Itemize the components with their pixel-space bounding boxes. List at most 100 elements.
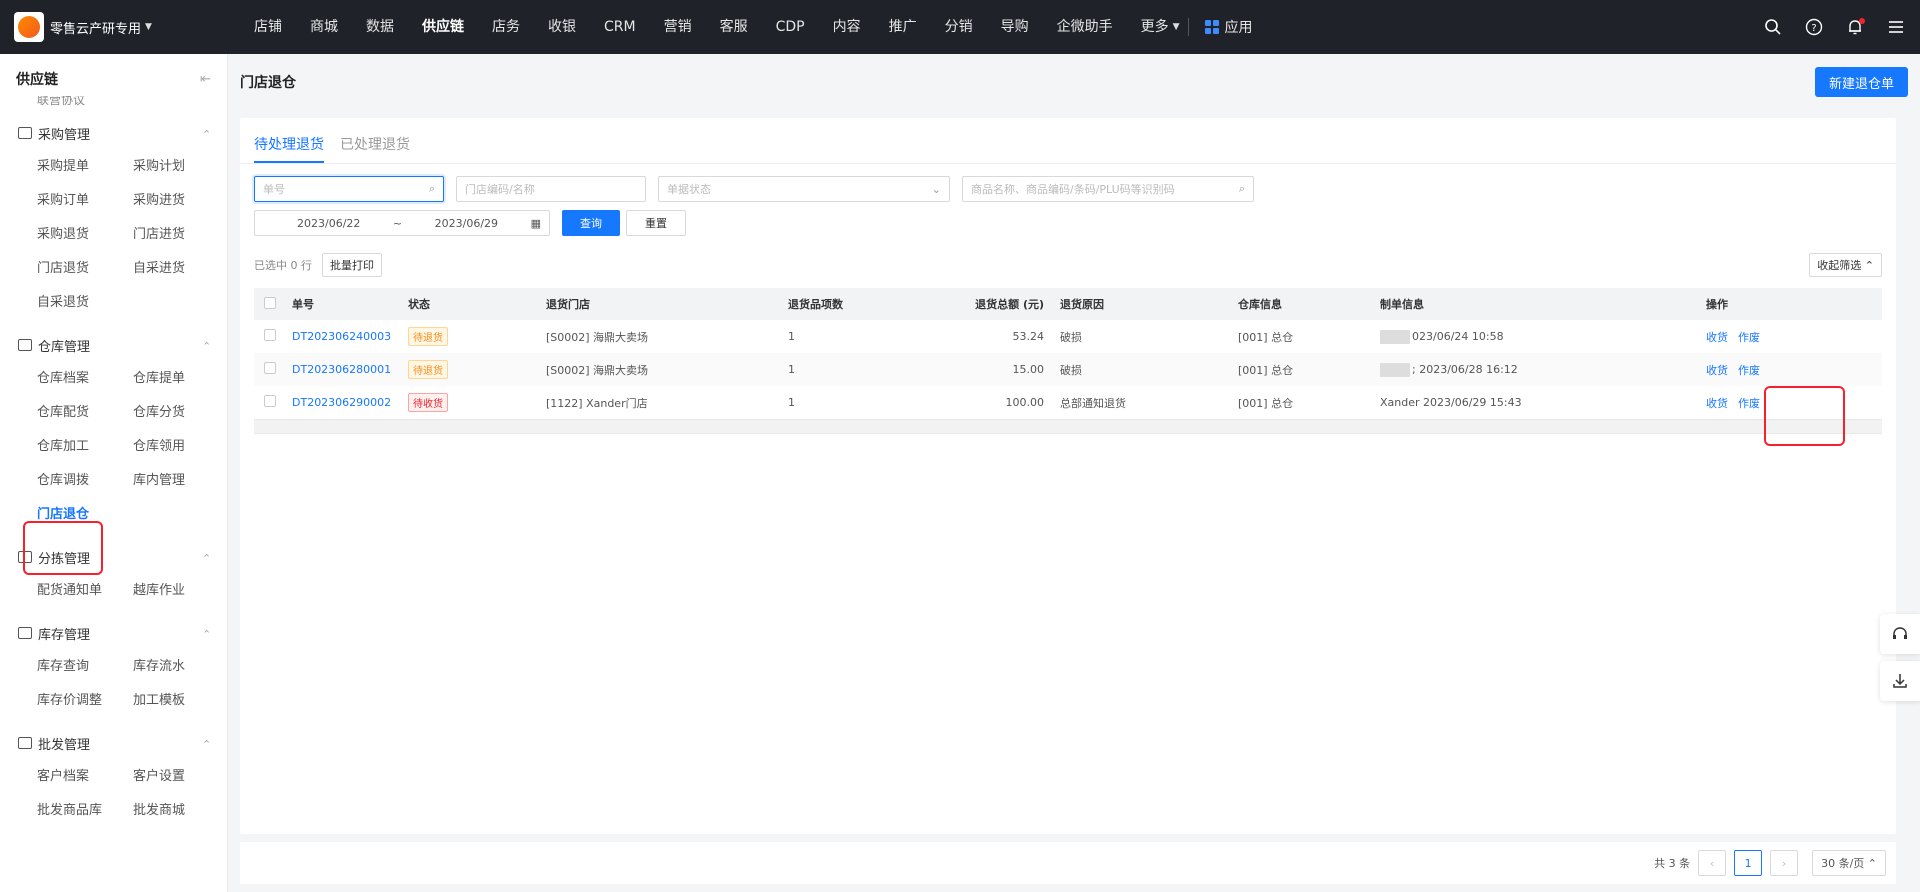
sidebar-item[interactable]: 自采进货: [133, 252, 227, 286]
sidebar-item[interactable]: 配货通知单: [37, 574, 133, 608]
search-icon[interactable]: [1763, 17, 1783, 37]
collapse-filter-button[interactable]: 收起筛选 ⌃: [1809, 253, 1882, 277]
reset-button[interactable]: 重置: [626, 210, 686, 236]
new-return-button[interactable]: 新建退仓单: [1814, 67, 1908, 97]
prev-page-button[interactable]: ‹: [1698, 850, 1727, 876]
goods-input[interactable]: 商品名称、商品编码/条码/PLU码等识别码 ⌕: [962, 176, 1254, 202]
sidebar-group-0[interactable]: 采购管理 ⌄: [0, 116, 227, 150]
sidebar-item[interactable]: 库内管理: [133, 464, 227, 498]
support-headset-button[interactable]: [1880, 614, 1920, 654]
download-icon: [1893, 674, 1907, 688]
sidebar-item[interactable]: 采购计划: [133, 150, 227, 184]
sidebar-group-label: 库存管理: [18, 624, 90, 643]
help-icon[interactable]: ?: [1804, 17, 1824, 37]
sidebar-item[interactable]: 库存查询: [37, 650, 133, 684]
download-button[interactable]: [1880, 661, 1920, 701]
sidebar-item[interactable]: 采购退货: [37, 218, 133, 252]
void-link[interactable]: 作废: [1738, 331, 1760, 344]
order-no-input[interactable]: 单号 ⌕: [254, 176, 444, 202]
receive-link[interactable]: 收货: [1706, 331, 1728, 344]
sidebar-item[interactable]: 仓库加工: [37, 430, 133, 464]
nav-item-8[interactable]: 客服: [706, 0, 762, 54]
sidebar-item-partial[interactable]: 联营协议: [0, 96, 227, 116]
void-link[interactable]: 作废: [1738, 364, 1760, 377]
nav-item-5[interactable]: 收银: [534, 0, 590, 54]
sidebar-item[interactable]: 采购提单: [37, 150, 133, 184]
tab-pending[interactable]: 待处理退货: [254, 130, 324, 163]
store-input[interactable]: 门店编码/名称: [456, 176, 646, 202]
order-no-link[interactable]: DT202306280001: [284, 363, 408, 376]
receive-link[interactable]: 收货: [1706, 364, 1728, 377]
sidebar-item[interactable]: 客户档案: [37, 760, 133, 794]
sidebar-item[interactable]: 采购进货: [133, 184, 227, 218]
date-range-picker[interactable]: 2023/06/22 ~ 2023/06/29 ▦: [254, 210, 550, 236]
horizontal-scrollbar[interactable]: [254, 420, 1882, 434]
nav-item-12[interactable]: 分销: [931, 0, 987, 54]
returns-table: 单号 状态 退货门店 退货品项数 退货总额 (元) 退货原因 仓库信息 制单信息…: [254, 288, 1882, 420]
row-checkbox[interactable]: [264, 329, 276, 341]
void-link[interactable]: 作废: [1738, 397, 1760, 410]
tab-processed[interactable]: 已处理退货: [340, 130, 410, 163]
sidebar-item[interactable]: 越库作业: [133, 574, 227, 608]
nav-item-9[interactable]: CDP: [762, 0, 819, 54]
sidebar-item[interactable]: 仓库分货: [133, 396, 227, 430]
sidebar-item[interactable]: 批发商城: [133, 794, 227, 828]
order-no-link[interactable]: DT202306240003: [284, 330, 408, 343]
sidebar-item[interactable]: 采购订单: [37, 184, 133, 218]
page-size-select[interactable]: 30 条/页 ⌃: [1812, 850, 1886, 876]
sidebar-item[interactable]: 仓库调拨: [37, 464, 133, 498]
apps-button[interactable]: 应用: [1197, 17, 1261, 37]
sidebar-item[interactable]: 客户设置: [133, 760, 227, 794]
sidebar-item[interactable]: 仓库提单: [133, 362, 227, 396]
status-select[interactable]: 单据状态 ⌄: [658, 176, 950, 202]
nav-item-1[interactable]: 商城: [296, 0, 352, 54]
sidebar-item[interactable]: 库存价调整: [37, 684, 133, 718]
header-items: 退货品项数: [788, 298, 843, 311]
menu-icon[interactable]: [1886, 17, 1906, 37]
select-all-cell: [254, 296, 284, 312]
brand-switcher[interactable]: 零售云产研专用 ▼: [0, 12, 226, 42]
sidebar-item[interactable]: 批发商品库: [37, 794, 133, 828]
status-cell: 待收货: [408, 393, 546, 412]
receive-link[interactable]: 收货: [1706, 397, 1728, 410]
row-checkbox[interactable]: [264, 395, 276, 407]
order-no-link[interactable]: DT202306290002: [284, 396, 408, 409]
reason-cell: 破损: [1060, 330, 1082, 344]
nav-item-4[interactable]: 店务: [478, 0, 534, 54]
sidebar-item[interactable]: 加工模板: [133, 684, 227, 718]
nav-item-2[interactable]: 数据: [352, 0, 408, 54]
highlight-row-actions: [1764, 386, 1845, 446]
sidebar-group-1[interactable]: 仓库管理 ⌄: [0, 328, 227, 362]
collapse-sidebar-icon[interactable]: ⇤: [200, 72, 211, 87]
nav-divider: [1187, 18, 1189, 36]
maker-text: 023/06/24 10:58: [1412, 329, 1504, 343]
sidebar-item[interactable]: 门店进货: [133, 218, 227, 252]
nav-item-11[interactable]: 推广: [875, 0, 931, 54]
sidebar-item[interactable]: 仓库配货: [37, 396, 133, 430]
store-cell: [1122] Xander门店: [546, 396, 648, 410]
nav-item-7[interactable]: 营销: [650, 0, 706, 54]
chevron-down-icon: ⌄: [931, 182, 941, 196]
actions-cell: 收货 作废: [1706, 329, 1786, 345]
nav-item-13[interactable]: 导购: [987, 0, 1043, 54]
row-checkbox[interactable]: [264, 362, 276, 374]
sidebar-item[interactable]: 仓库档案: [37, 362, 133, 396]
query-button[interactable]: 查询: [562, 210, 620, 236]
next-page-button[interactable]: ›: [1770, 850, 1799, 876]
nav-item-10[interactable]: 内容: [819, 0, 875, 54]
sidebar-item[interactable]: 门店退货: [37, 252, 133, 286]
sidebar-item[interactable]: 仓库领用: [133, 430, 227, 464]
sidebar-group-3[interactable]: 库存管理 ⌄: [0, 616, 227, 650]
bell-icon[interactable]: [1845, 17, 1865, 37]
nav-item-6[interactable]: CRM: [590, 0, 650, 54]
items-cell: 1: [788, 363, 795, 376]
batch-print-button[interactable]: 批量打印: [322, 253, 382, 277]
sidebar-group-4[interactable]: 批发管理 ⌄: [0, 726, 227, 760]
sidebar-item[interactable]: 库存流水: [133, 650, 227, 684]
nav-item-0[interactable]: 店铺: [240, 0, 296, 54]
select-all-checkbox[interactable]: [264, 296, 276, 309]
page-button-current[interactable]: 1: [1734, 850, 1763, 876]
nav-item-3[interactable]: 供应链: [408, 0, 478, 54]
sidebar-item[interactable]: 自采退货: [37, 286, 133, 320]
nav-item-14[interactable]: 企微助手: [1043, 0, 1127, 54]
